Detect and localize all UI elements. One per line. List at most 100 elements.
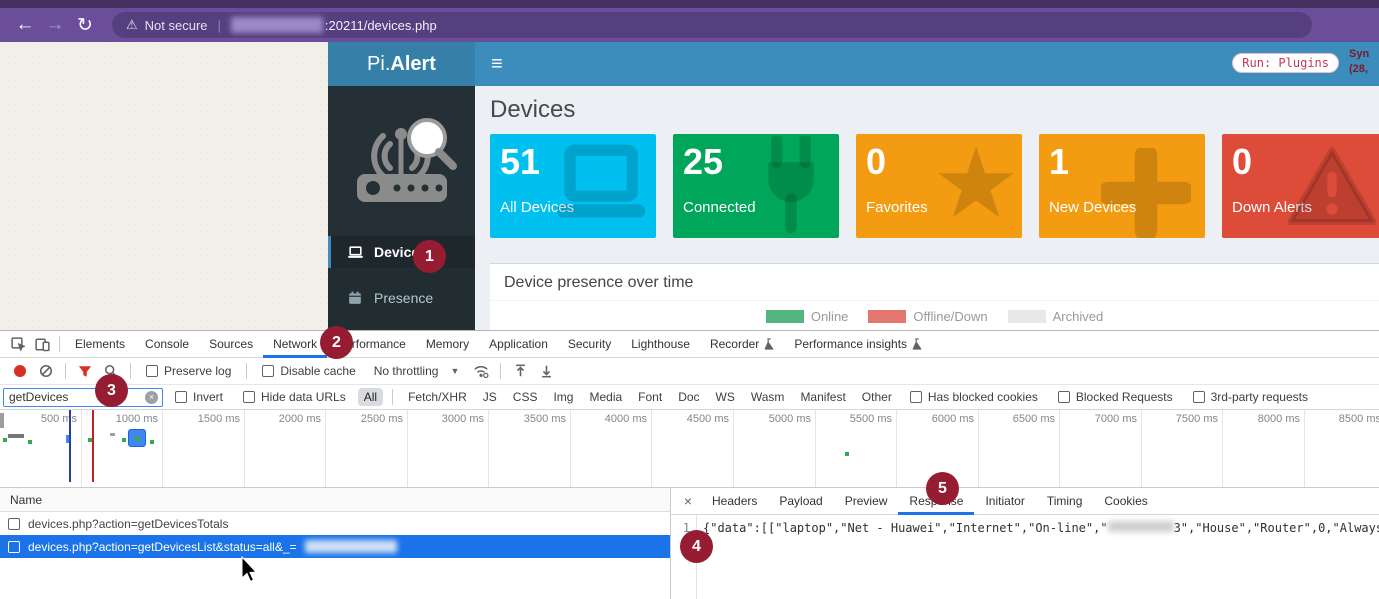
request-dot [150,440,154,444]
app-content: Devices 51 All Devices 25 Connected [475,86,1379,330]
request-row[interactable]: devices.php?action=getDevicesTotals [0,512,670,535]
legend-swatch [1008,310,1046,323]
tab-elements[interactable]: Elements [65,331,135,358]
has-blocked-cookies-checkbox[interactable]: Has blocked cookies [910,390,1038,404]
filter-pill-css[interactable]: CSS [507,388,544,406]
calendar-icon [345,291,365,305]
filter-pill-all[interactable]: All [358,388,383,406]
throttling-select[interactable]: No throttling▼ [374,364,460,378]
inspect-element-icon[interactable] [6,334,30,354]
card-all-devices[interactable]: 51 All Devices [490,134,656,238]
tick-label: 4500 ms [655,413,729,425]
response-viewer[interactable]: 1 {"data":[["laptop","Net - Huawei","Int… [671,515,1379,599]
device-toolbar-icon[interactable] [30,334,54,354]
filter-pill-other[interactable]: Other [856,388,898,406]
filter-pill-doc[interactable]: Doc [672,388,705,406]
name-column-header[interactable]: Name [0,488,670,512]
not-secure-icon: ⚠ [126,17,138,33]
divider [246,363,247,379]
filter-pill-img[interactable]: Img [547,388,579,406]
request-name: devices.php?action=getDevicesTotals [28,517,228,531]
address-bar[interactable]: ⚠ Not secure | :20211/devices.php [112,12,1312,38]
chevron-down-icon: ▼ [450,366,459,376]
pialert-logo[interactable]: Pi.Alert [328,42,475,86]
flask-icon [912,338,922,350]
annotation-badge-5: 5 [926,472,959,505]
sidebar-item-devices[interactable]: Devices [328,236,475,268]
filter-pill-manifest[interactable]: Manifest [794,388,851,406]
filter-pill-js[interactable]: JS [477,388,503,406]
close-icon[interactable]: × [679,493,697,509]
filter-input[interactable] [3,388,163,407]
clear-icon[interactable] [34,361,58,381]
run-plugins-button[interactable]: Run: Plugins [1232,53,1339,73]
tick-label: 4000 ms [573,413,647,425]
checkbox-icon [175,391,187,403]
filter-icon[interactable] [73,361,97,381]
checkbox-icon[interactable] [8,541,20,553]
export-har-icon[interactable] [534,361,558,381]
card-favorites[interactable]: 0 Favorites ★ [856,134,1022,238]
card-down-alerts[interactable]: 0 Down Alerts [1222,134,1379,238]
request-bar [8,434,24,438]
annotation-badge-1: 1 [413,240,446,273]
preserve-log-checkbox[interactable]: Preserve log [146,364,231,378]
blocked-requests-checkbox[interactable]: Blocked Requests [1058,390,1173,404]
disable-cache-checkbox[interactable]: Disable cache [262,364,355,378]
tab-sources[interactable]: Sources [199,331,263,358]
tab-performance-insights[interactable]: Performance insights [784,331,932,358]
tab-preview[interactable]: Preview [834,488,899,515]
request-dot [845,452,849,456]
chart-legend: Online Offline/Down Archived [490,301,1379,330]
tab-recorder[interactable]: Recorder [700,331,784,358]
tab-application[interactable]: Application [479,331,558,358]
third-party-requests-checkbox[interactable]: 3rd-party requests [1193,390,1308,404]
tab-security[interactable]: Security [558,331,621,358]
tab-timing[interactable]: Timing [1036,488,1094,515]
pialert-app: Pi.Alert ≡ Run: Plugins Syn(28, [328,42,1379,330]
mouse-cursor [240,556,260,584]
request-dot [3,438,7,442]
tab-memory[interactable]: Memory [416,331,479,358]
forward-icon[interactable]: → [40,14,70,36]
request-dot [28,440,32,444]
card-connected[interactable]: 25 Connected [673,134,839,238]
load-event-line [92,410,94,482]
not-secure-label[interactable]: Not secure [145,18,208,33]
filter-pill-fetch-xhr[interactable]: Fetch/XHR [402,388,473,406]
back-icon[interactable]: ← [10,14,40,36]
reload-icon[interactable]: ↻ [70,14,100,37]
request-row-selected[interactable]: devices.php?action=getDevicesList&status… [0,535,670,558]
filter-pill-wasm[interactable]: Wasm [745,388,791,406]
tab-lighthouse[interactable]: Lighthouse [621,331,700,358]
tab-payload[interactable]: Payload [768,488,833,515]
invert-checkbox[interactable]: Invert [175,390,223,404]
page-viewport: Pi.Alert ≡ Run: Plugins Syn(28, [0,42,1379,330]
import-har-icon[interactable] [508,361,532,381]
annotation-badge-3: 3 [95,374,128,407]
filter-pill-media[interactable]: Media [583,388,628,406]
star-icon: ★ [932,138,1020,228]
sidebar-item-presence[interactable]: Presence [328,282,475,314]
clear-filter-icon[interactable]: × [145,391,158,404]
filter-pill-ws[interactable]: WS [710,388,741,406]
record-icon[interactable] [14,365,26,377]
annotation-badge-4: 4 [680,530,713,563]
tab-network[interactable]: Network [263,331,327,358]
divider [130,363,131,379]
logo-pi: Pi. [367,53,390,76]
tab-cookies[interactable]: Cookies [1093,488,1158,515]
checkbox-icon [243,391,255,403]
tick-label: 2500 ms [329,413,403,425]
tab-initiator[interactable]: Initiator [974,488,1035,515]
tab-console[interactable]: Console [135,331,199,358]
requests-table: Name devices.php?action=getDevicesTotals… [0,488,671,599]
tab-headers[interactable]: Headers [701,488,768,515]
hide-data-urls-checkbox[interactable]: Hide data URLs [243,390,346,404]
checkbox-icon[interactable] [8,518,20,530]
sidebar-toggle-icon[interactable]: ≡ [491,53,503,76]
network-conditions-icon[interactable] [469,361,493,381]
card-new-devices[interactable]: 1 New Devices [1039,134,1205,238]
filter-pill-font[interactable]: Font [632,388,668,406]
network-overview-timeline[interactable]: 500 ms 1000 ms 1500 ms 2000 ms 2500 ms 3… [0,410,1379,488]
